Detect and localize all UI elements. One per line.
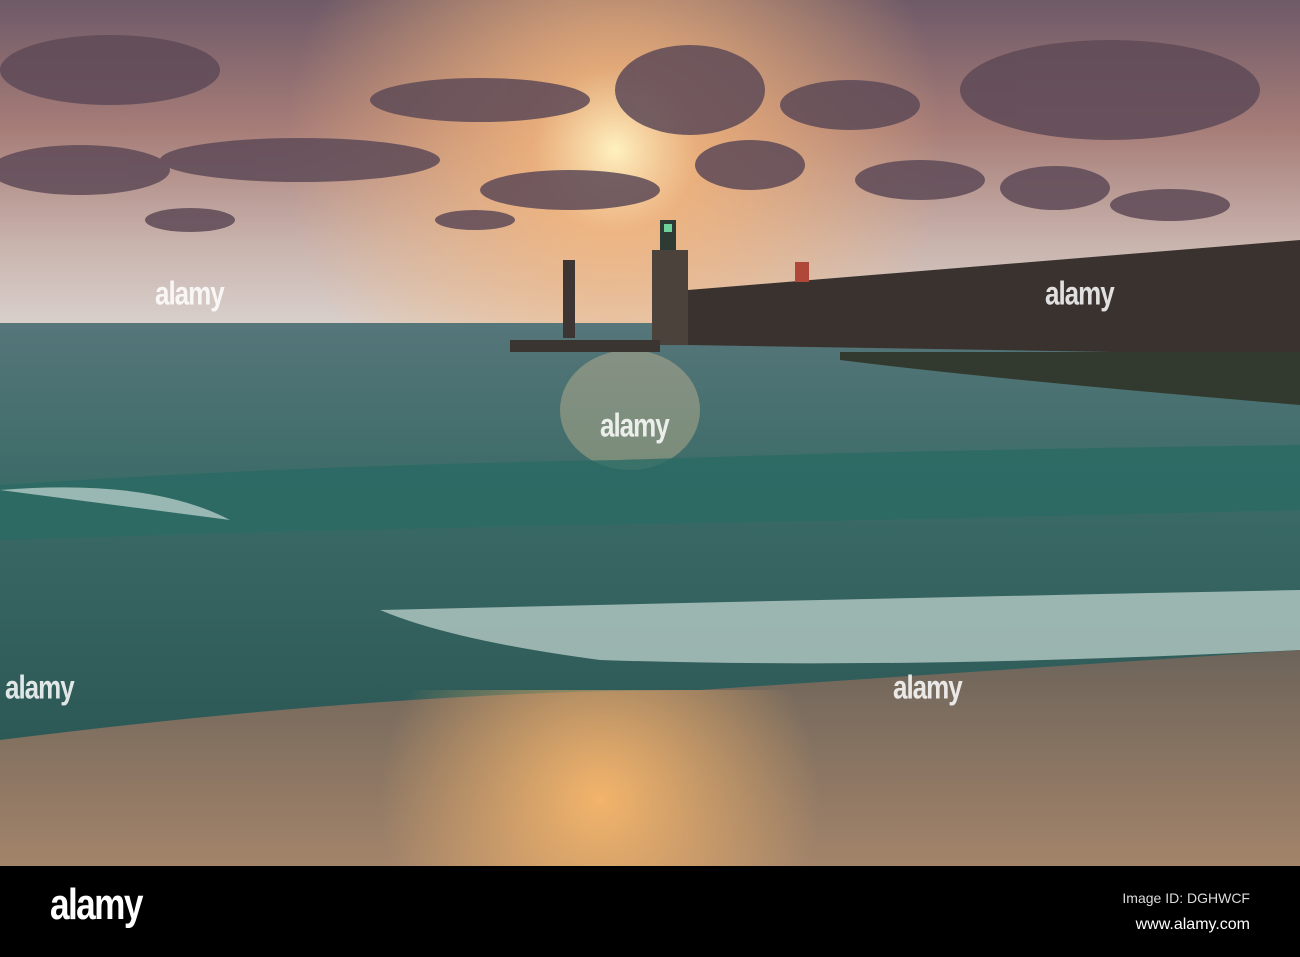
- image-id: Image ID: DGHWCF: [1122, 890, 1250, 906]
- site-url: www.alamy.com: [1135, 916, 1250, 933]
- watermark: alamy: [893, 667, 963, 707]
- watermark: alamy: [1045, 273, 1115, 313]
- watermark: alamy: [155, 273, 225, 313]
- alamy-logo: alamy: [50, 880, 143, 929]
- watermark: alamy: [600, 405, 670, 445]
- sunset-pier-photo: alamy alamy alamy alamy alamy: [0, 0, 1300, 866]
- footer-bar: alamy Image ID: DGHWCF www.alamy.com: [0, 866, 1300, 957]
- watermark: alamy: [5, 667, 75, 707]
